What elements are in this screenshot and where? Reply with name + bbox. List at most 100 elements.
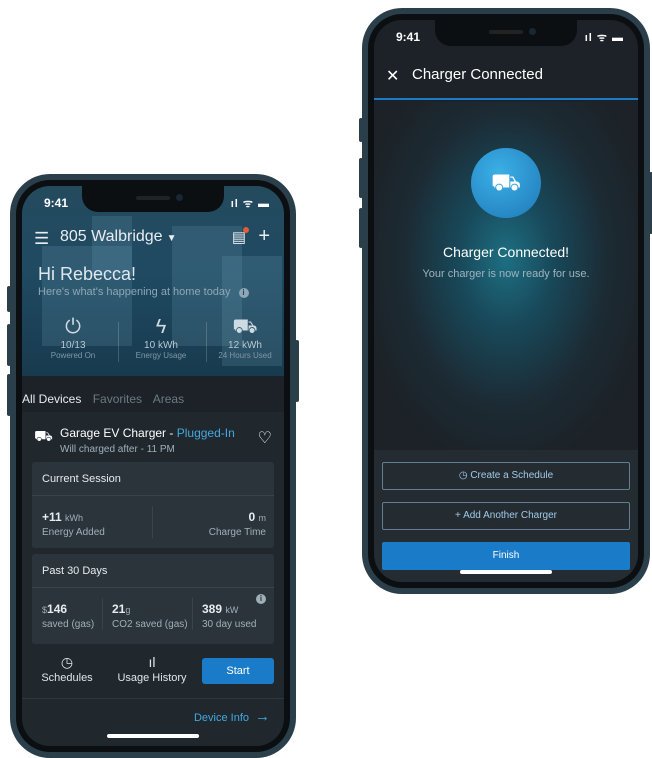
bolt-icon: ϟ	[155, 316, 167, 338]
divider	[152, 506, 153, 538]
charger-name: Garage EV Charger -	[60, 426, 177, 440]
volume-down-button	[7, 374, 11, 416]
greeting: Hi Rebecca!	[38, 264, 137, 284]
header: ☰ 805 Walbridge ▼ ▤ +	[34, 225, 274, 250]
stat-24-hours[interactable]: ⛟ 12 kWh 24 Hours Used	[202, 316, 284, 360]
clock-icon: ◷	[60, 654, 74, 670]
charger-status: Plugged-In	[176, 426, 235, 440]
page-title: Charger Connected	[412, 66, 543, 83]
used-value: 389	[202, 602, 223, 616]
home-indicator[interactable]	[460, 570, 552, 574]
screen: 9:41 ıl ᯤ ▬ ☰ 805 Walbridge ▼ ▤ + Hi Rebe…	[22, 186, 284, 746]
home-indicator[interactable]	[107, 734, 199, 738]
co2-label: CO2 saved (gas)	[112, 619, 188, 630]
power-button	[295, 340, 299, 402]
bar-chart-icon: ıl	[148, 654, 156, 670]
chevron-down-icon: ▼	[166, 233, 177, 244]
finish-button[interactable]: Finish	[382, 542, 630, 570]
volume-up-button	[359, 158, 363, 198]
co2-value: 21	[112, 602, 126, 616]
phone-charger-connected: 9:41 ıl ᯤ ▬ ✕ Charger Connected ⛟ Charge…	[359, 8, 652, 594]
action-panel: ◷ Create a Schedule + Add Another Charge…	[374, 450, 638, 582]
tab-all-devices[interactable]: All Devices	[22, 392, 81, 406]
saved-value: 146	[47, 602, 68, 616]
status-bar: 9:41 ıl ᯤ ▬	[374, 30, 638, 50]
tab-favorites[interactable]: Favorites	[93, 392, 142, 406]
power-icon: ⏻	[65, 316, 81, 338]
charge-time: 0 m Charge Time	[209, 510, 266, 538]
success-heading: Charger Connected!	[442, 244, 570, 260]
device-info-label: Device Info	[193, 712, 249, 724]
clock-icon: ◷	[458, 470, 471, 481]
energy-used: 389 kW 30 day used	[202, 602, 257, 630]
divider	[192, 598, 193, 630]
add-charger-label: Add Another Charger	[463, 510, 558, 521]
charger-header: ⛟ Garage EV Charger - Plugged-In Will ch…	[32, 426, 274, 460]
car-charging-icon: ⛟	[471, 148, 541, 218]
add-icon[interactable]: +	[258, 225, 270, 248]
charger-title: Garage EV Charger - Plugged-In	[60, 426, 235, 440]
stat-powered-on[interactable]: ⏻ 10/13 Powered On	[30, 316, 116, 360]
status-icons: ıl ᯤ ▬	[584, 32, 624, 44]
energy-label: Energy Added	[42, 527, 105, 538]
time-unit: m	[258, 513, 267, 523]
volume-down-button	[359, 208, 363, 248]
divider	[102, 598, 103, 630]
saved-label: saved (gas)	[42, 619, 95, 630]
stat-value: 10 kWh	[144, 340, 178, 351]
heart-icon[interactable]: ♡	[258, 428, 272, 448]
screen: 9:41 ıl ᯤ ▬ ✕ Charger Connected ⛟ Charge…	[374, 20, 638, 582]
info-icon[interactable]: i	[238, 288, 249, 298]
add-charger-button[interactable]: + Add Another Charger	[382, 502, 630, 530]
usage-history-action[interactable]: ıl Usage History	[112, 654, 192, 684]
status-time: 9:41	[44, 196, 69, 210]
device-tabs: All Devices Favorites Areas	[22, 392, 284, 406]
arrow-right-icon: →	[255, 708, 270, 725]
co2-unit: g	[125, 605, 131, 615]
stat-energy-usage[interactable]: ϟ 10 kWh Energy Usage	[118, 316, 204, 360]
time-value: 0	[248, 510, 256, 524]
stat-label: Energy Usage	[135, 351, 187, 360]
stat-label: Powered On	[50, 351, 96, 360]
home-selector[interactable]: 805 Walbridge ▼	[60, 228, 176, 246]
status-icons: ıl ᯤ ▬	[230, 198, 270, 210]
plus-icon: +	[454, 510, 464, 521]
home-name: 805 Walbridge	[60, 228, 163, 245]
create-schedule-button[interactable]: ◷ Create a Schedule	[382, 462, 630, 490]
volume-up-button	[7, 324, 11, 366]
time-label: Charge Time	[208, 527, 266, 538]
menu-icon[interactable]: ☰	[34, 229, 49, 249]
stat-value: 10/13	[60, 340, 86, 351]
success-message: Your charger is now ready for use.	[422, 268, 590, 280]
top-bar: ✕ Charger Connected	[374, 52, 638, 100]
stat-value: 12 kWh	[228, 340, 262, 351]
tab-areas[interactable]: Areas	[153, 392, 184, 406]
past-30-days-panel: Past 30 Days i $146 saved (gas) 21g CO2 …	[32, 554, 274, 644]
greeting-subtitle: Here's what's happening at home today i	[38, 286, 249, 298]
info-icon[interactable]: i	[256, 594, 266, 604]
create-schedule-label: Create a Schedule	[470, 470, 554, 481]
current-session-panel: Current Session +11 kWh Energy Added 0 m…	[32, 462, 274, 548]
usage-history-label: Usage History	[117, 672, 187, 684]
charger-card: ⛟ Garage EV Charger - Plugged-In Will ch…	[22, 412, 284, 746]
close-icon[interactable]: ✕	[386, 66, 399, 86]
panel-title: Current Session	[32, 462, 274, 496]
energy-unit: kWh	[65, 513, 84, 523]
stat-label: 24 Hours Used	[218, 351, 272, 360]
co2-saved: 21g CO2 saved (gas)	[112, 602, 188, 630]
device-info-link[interactable]: Device Info →	[194, 708, 270, 725]
car-icon: ⛟	[232, 316, 258, 338]
used-unit: kW	[225, 605, 239, 615]
charger-note: Will charged after - 11 PM	[60, 444, 175, 455]
start-button[interactable]: Start	[202, 658, 274, 684]
energy-added: +11 kWh Energy Added	[42, 510, 105, 538]
used-label: 30 day used	[202, 619, 257, 630]
stats-row: ⏻ 10/13 Powered On ϟ 10 kWh Energy Usage…	[30, 316, 276, 366]
energy-value: +11	[42, 510, 62, 524]
subtitle-text: Here's what's happening at home today	[38, 286, 231, 298]
schedules-action[interactable]: ◷ Schedules	[34, 654, 100, 684]
charger-actions: ◷ Schedules ıl Usage History Start	[32, 654, 274, 694]
panel-title: Past 30 Days	[32, 554, 274, 588]
money-saved: $146 saved (gas)	[42, 602, 94, 630]
mute-switch	[359, 118, 363, 142]
